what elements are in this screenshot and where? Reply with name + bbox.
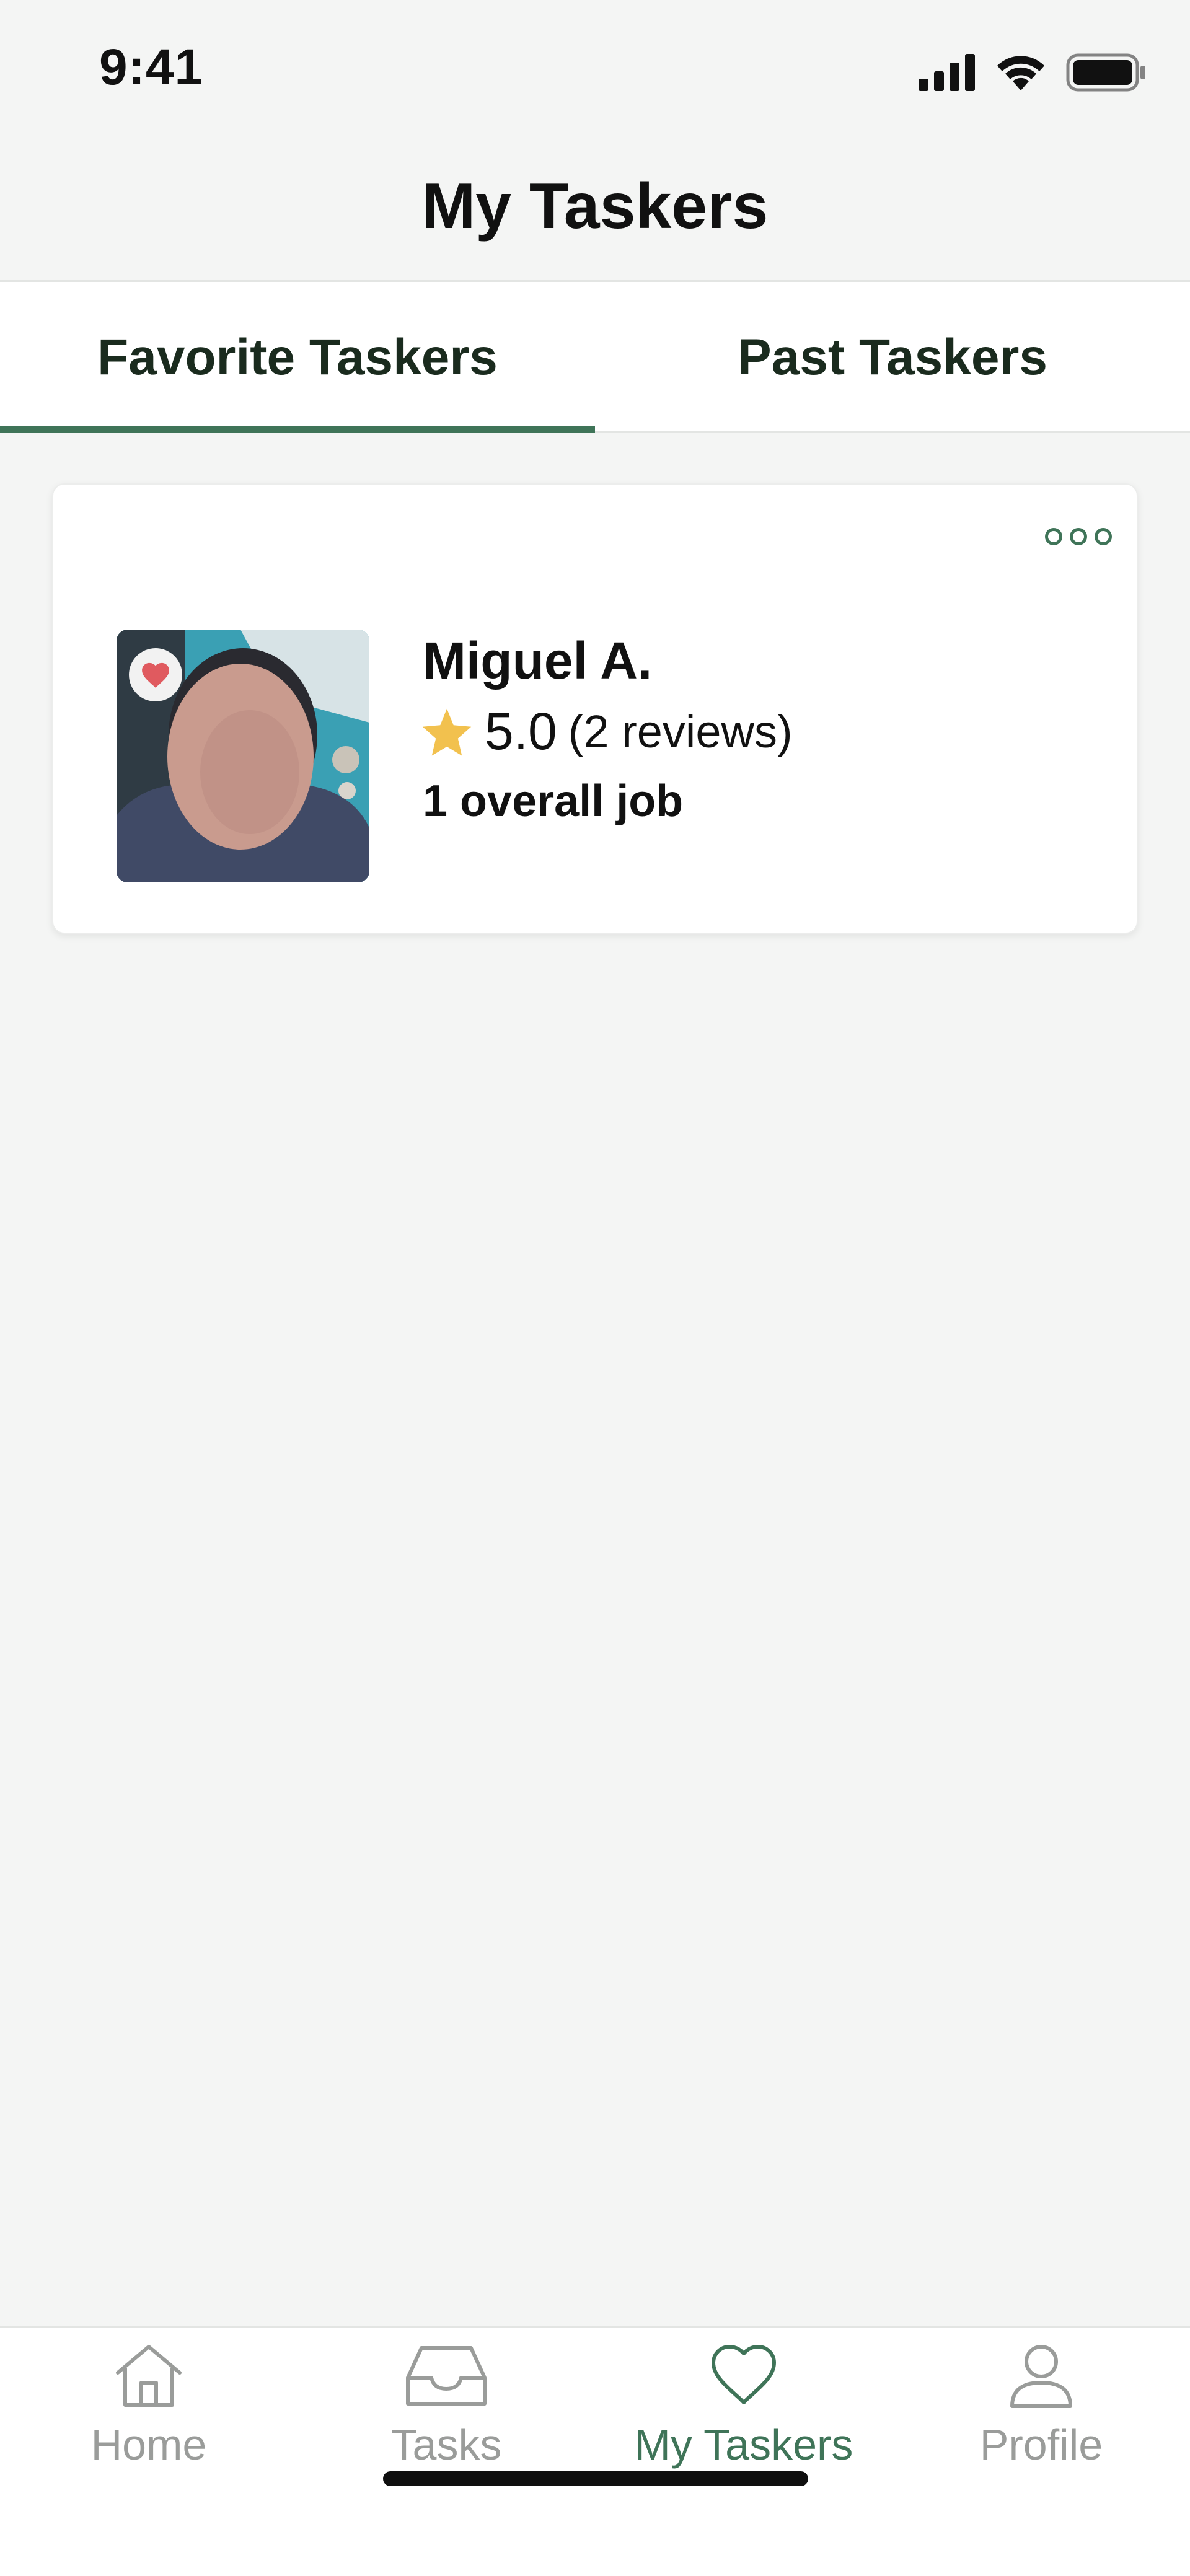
rating-row: 5.0 (2 reviews) [420,701,793,762]
nav-home[interactable]: Home [0,2342,298,2484]
nav-my-taskers-label: My Taskers [634,2420,853,2469]
tab-past-taskers[interactable]: Past Taskers [595,282,1190,433]
favorite-badge [129,648,182,701]
nav-tasks-label: Tasks [390,2420,502,2469]
home-indicator [383,2471,808,2486]
tab-past-taskers-label: Past Taskers [738,328,1047,385]
my-taskers-screen: 9:41 My Taskers Favorite Taskers Past Ta… [0,0,1190,2576]
battery-icon [1066,53,1145,92]
segmented-tabs: Favorite Taskers Past Taskers [0,280,1190,433]
heart-icon [712,2345,776,2404]
inbox-icon [406,2346,487,2406]
tab-favorite-taskers[interactable]: Favorite Taskers [0,282,595,433]
cellular-signal-icon [919,54,975,91]
heart-filled-icon [142,662,169,688]
nav-profile-label: Profile [979,2420,1103,2469]
star-icon [422,708,472,756]
status-bar: 9:41 [0,0,1190,130]
nav-profile[interactable]: Profile [892,2342,1190,2484]
rating-value: 5.0 [485,702,557,760]
page-title: My Taskers [421,170,769,242]
status-icons [919,53,1147,92]
nav-tasks[interactable]: Tasks [298,2342,595,2484]
tasker-card[interactable]: Miguel A. 5.0 (2 reviews) 1 overall job [52,483,1138,934]
more-dot-icon [1095,528,1112,545]
wifi-icon [997,56,1044,90]
status-time: 9:41 [99,39,204,95]
nav-home-label: Home [90,2420,207,2469]
review-count: (2 reviews) [568,706,793,757]
tasker-name: Miguel A. [423,631,653,690]
home-icon [116,2345,182,2407]
more-dot-icon [1045,528,1062,545]
nav-my-taskers[interactable]: My Taskers [595,2342,892,2484]
navigation-header: My Taskers [0,130,1190,280]
tab-favorite-taskers-label: Favorite Taskers [97,328,498,385]
jobs-count: 1 overall job [423,776,684,826]
active-tab-indicator [0,426,595,433]
person-icon [1010,2345,1072,2408]
more-dot-icon [1070,528,1087,545]
more-options-button[interactable] [1045,528,1112,545]
bottom-tab-bar: Home Tasks My Taskers Profile [0,2326,1190,2576]
